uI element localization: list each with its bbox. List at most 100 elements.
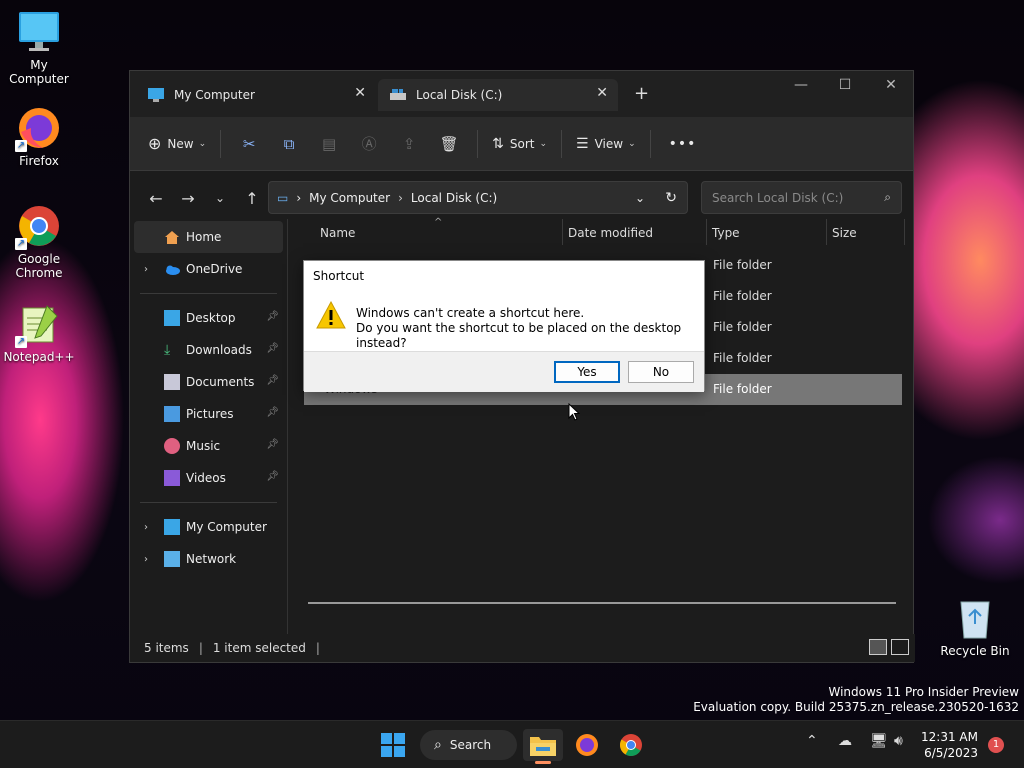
expand-chevron-icon[interactable]: › [144,522,148,533]
sidebar-item-my-computer[interactable]: › My Computer [130,511,287,543]
breadcrumb-separator-icon: › [296,190,302,205]
desktop-icon-label: Recycle Bin [940,644,1010,658]
address-history-chevron-icon[interactable]: ⌄ [635,191,645,205]
column-type[interactable]: Type [712,226,740,240]
new-label: New [167,136,194,151]
expand-chevron-icon[interactable]: › [144,264,148,275]
minimize-icon[interactable]: — [778,77,824,93]
sidebar-item-label: My Computer [186,520,267,534]
download-icon: ⤓ [164,342,171,358]
tab-label: Local Disk (C:) [416,88,503,102]
sidebar-item-onedrive[interactable]: › OneDrive [130,253,287,285]
forward-arrow-icon[interactable]: → [172,189,204,208]
maximize-icon[interactable]: ☐ [822,77,868,93]
details-view-icon[interactable] [869,639,887,655]
share-icon[interactable]: ⇪ [389,129,429,159]
desktop-icon-notepadpp[interactable]: ↗ Notepad++ [1,302,77,364]
column-divider [904,219,905,245]
view-button[interactable]: ☰ View ⌄ [576,136,636,152]
dialog-body: Windows can't create a shortcut here. Do… [304,289,704,351]
close-tab-icon[interactable]: ✕ [596,85,608,101]
network-status-icon[interactable]: 🖥︎ [870,733,888,749]
sidebar-item-documents[interactable]: Documents 📌︎ [130,366,287,398]
chevron-down-icon: ⌄ [198,138,207,149]
notification-badge[interactable]: 1 [988,737,1004,753]
column-size[interactable]: Size [832,226,857,240]
taskbar-chrome[interactable] [611,729,651,761]
sidebar-item-label: Pictures [186,407,234,421]
desktop-icon-label: Notepad++ [3,350,75,364]
taskbar-firefox[interactable] [567,729,607,761]
close-tab-icon[interactable]: ✕ [354,85,366,101]
toolbar-divider [477,129,479,158]
paste-icon[interactable]: ▤ [309,129,349,159]
sidebar-item-desktop[interactable]: Desktop 📌︎ [130,302,287,334]
desktop-icon-chrome[interactable]: ↗ Google Chrome [1,204,77,280]
view-toggle-group [869,639,909,655]
taskbar-search-button[interactable]: ⌕ Search [420,730,517,760]
address-bar[interactable]: ▭ › My Computer › Local Disk (C:) ⌄ ↻ [268,181,688,214]
chrome-icon [620,734,642,756]
view-label: View [594,136,624,151]
close-window-icon[interactable]: ✕ [868,77,914,93]
sidebar-item-home[interactable]: Home [134,221,283,253]
tab-my-computer[interactable]: My Computer ✕ [136,79,376,111]
shortcut-arrow-icon: ↗ [15,336,27,348]
breadcrumb-my-computer[interactable]: My Computer [309,191,390,205]
volume-icon[interactable]: 🔊︎ [894,733,903,749]
sidebar-item-label: Videos [186,471,226,485]
pin-icon: 📌︎ [266,375,279,386]
column-name[interactable]: Name [320,226,355,240]
computer-icon [164,519,180,535]
cut-icon[interactable]: ✂ [229,129,269,159]
desktop-icon-recycle-bin[interactable]: Recycle Bin [937,596,1013,658]
sort-ascending-icon: ^ [434,217,443,228]
sidebar-item-music[interactable]: Music 📌︎ [130,430,287,462]
expand-chevron-icon[interactable]: › [144,554,148,565]
yes-button[interactable]: Yes [554,361,620,383]
sidebar-item-label: Music [186,439,221,453]
watermark-line1: Windows 11 Pro Insider Preview [828,685,1019,699]
no-button[interactable]: No [628,361,694,383]
new-button[interactable]: ⊕ New ⌄ [148,134,206,153]
monitor-icon [17,10,61,54]
sidebar-item-network[interactable]: › Network [130,543,287,575]
column-date-modified[interactable]: Date modified [568,226,653,240]
new-tab-icon[interactable]: + [634,83,649,104]
desktop-icon-firefox[interactable]: ↗ Firefox [1,106,77,168]
onedrive-offline-icon[interactable]: ☁ [838,733,852,749]
refresh-icon[interactable]: ↻ [665,190,677,206]
taskbar: ⌕ Search ⌃ ☁ 🖥︎ 🔊︎ 12:31 AM 6/5/2023 1 [0,720,1024,768]
show-hidden-icons-chevron-icon[interactable]: ⌃ [806,733,818,749]
taskbar-file-explorer[interactable] [523,729,563,764]
chrome-icon: ↗ [15,204,61,250]
copy-icon[interactable]: ⧉ [269,129,309,159]
tiles-view-icon[interactable] [891,639,909,655]
sort-button[interactable]: ⇅ Sort ⌄ [492,136,547,152]
search-input[interactable]: Search Local Disk (C:) ⌕ [701,181,902,214]
row-type: File folder [713,258,772,272]
up-arrow-icon[interactable]: ↑ [236,189,268,208]
watermark-line2: Evaluation copy. Build 25375.zn_release.… [693,700,1019,714]
more-options-button[interactable]: ••• [669,136,697,152]
delete-icon[interactable]: 🗑︎ [429,129,469,159]
tab-local-disk[interactable]: Local Disk (C:) ✕ [378,79,618,111]
sidebar-item-videos[interactable]: Videos 📌︎ [130,462,287,494]
back-arrow-icon[interactable]: ← [140,189,172,208]
view-list-icon: ☰ [576,135,589,152]
system-clock[interactable]: 12:31 AM 6/5/2023 [914,729,978,761]
clock-time: 12:31 AM [921,730,978,744]
rename-icon[interactable]: Ⓐ [349,129,389,159]
horizontal-scrollbar[interactable] [308,602,896,604]
breadcrumb-local-disk[interactable]: Local Disk (C:) [411,191,497,205]
title-bar: My Computer ✕ Local Disk (C:) ✕ + — ☐ ✕ [130,71,913,117]
active-app-indicator [535,761,551,764]
dialog-message-line2: Do you want the shortcut to be placed on… [356,321,682,350]
sidebar-divider [140,293,277,294]
sidebar-item-downloads[interactable]: ⤓ Downloads 📌︎ [130,334,287,366]
sidebar-item-pictures[interactable]: Pictures 📌︎ [130,398,287,430]
desktop-icon-my-computer[interactable]: My Computer [1,10,77,86]
recent-locations-chevron-icon[interactable]: ⌄ [204,191,236,205]
start-button[interactable] [373,729,413,761]
sidebar-item-label: Home [186,230,222,244]
